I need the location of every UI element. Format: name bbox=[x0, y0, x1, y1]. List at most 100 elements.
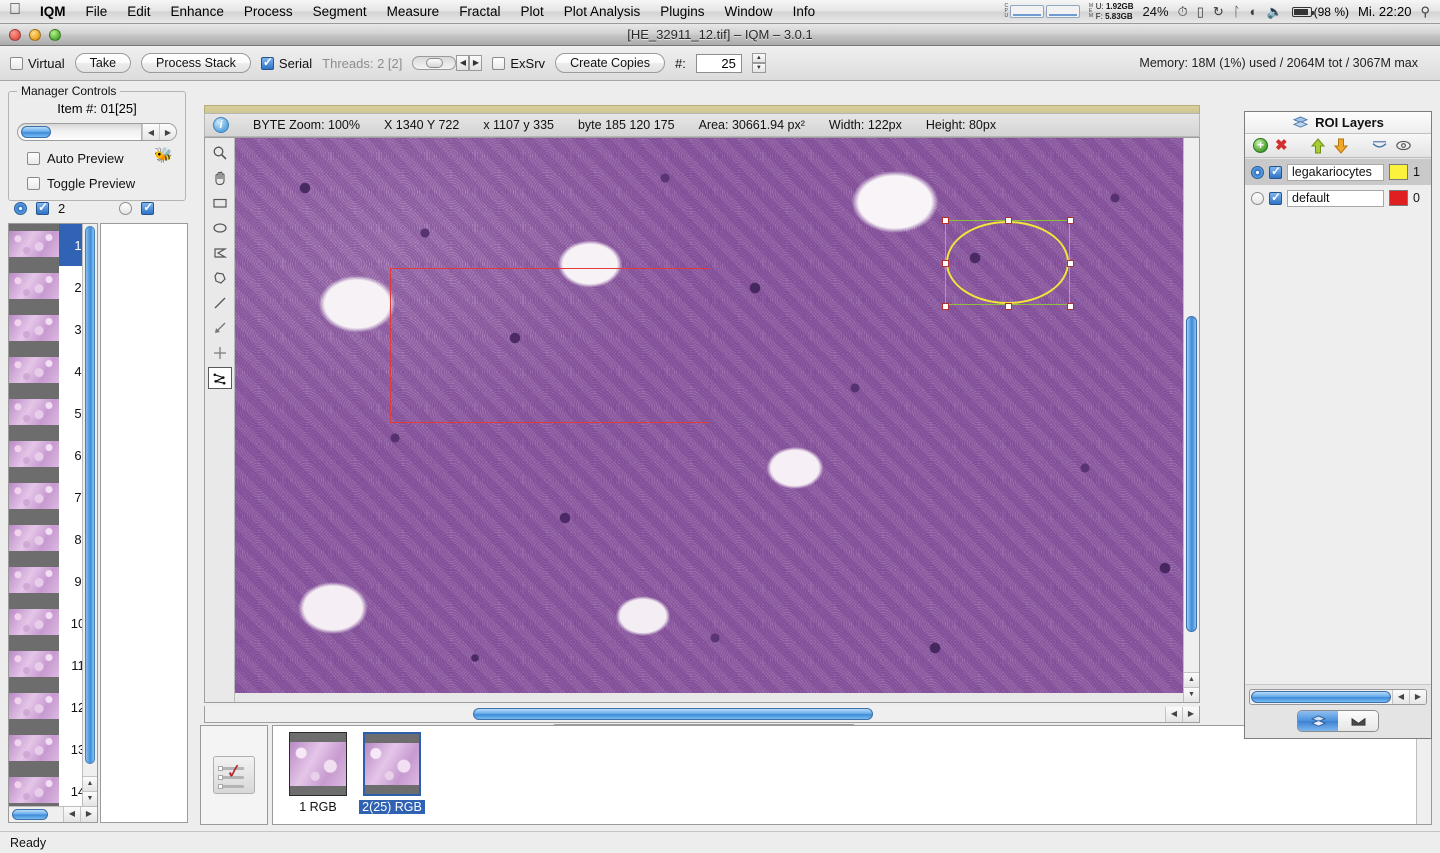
thumbnail-scroll-left-button[interactable]: ◀ bbox=[63, 807, 80, 822]
menu-item-edit[interactable]: Edit bbox=[117, 0, 160, 24]
delete-layer-button[interactable]: ✖ bbox=[1275, 138, 1288, 153]
item-prev-button[interactable]: ◀ bbox=[142, 124, 159, 140]
roi-handle-w[interactable] bbox=[942, 260, 949, 267]
item-slider-knob[interactable] bbox=[21, 126, 51, 138]
menu-item-window[interactable]: Window bbox=[715, 0, 783, 24]
thumbnail-scroll-up-button[interactable]: ▲ bbox=[83, 776, 97, 791]
hand-tool[interactable] bbox=[208, 167, 232, 189]
canvas-hscroll-thumb[interactable] bbox=[473, 708, 873, 720]
roi-layer-name-0[interactable]: legakariocytes bbox=[1287, 164, 1384, 181]
roi-handle-se[interactable] bbox=[1067, 303, 1074, 310]
roi-ellipse-selection[interactable] bbox=[945, 220, 1070, 305]
polygon-tool[interactable] bbox=[208, 242, 232, 264]
move-up-button[interactable] bbox=[1310, 138, 1326, 154]
secondary-list-panel[interactable] bbox=[100, 223, 188, 823]
memory-meter-icon[interactable]: MEM U: 1.92GB F: 5.83GB bbox=[1089, 2, 1134, 20]
threads-slider-knob[interactable] bbox=[426, 58, 443, 68]
strip-item-1[interactable]: 1 RGB bbox=[285, 732, 351, 814]
strip-vertical-scrollbar[interactable] bbox=[1416, 726, 1431, 824]
roi-layer-active-radio-0[interactable] bbox=[1251, 166, 1264, 179]
canvas-scroll-up-button[interactable]: ▲ bbox=[1184, 672, 1199, 687]
roi-rectangle-selection[interactable] bbox=[390, 268, 710, 423]
polyline-tool[interactable] bbox=[208, 367, 232, 389]
threads-decrement-button[interactable]: ◀ bbox=[456, 55, 469, 71]
roi-handle-ne[interactable] bbox=[1067, 217, 1074, 224]
window-title-bar[interactable]: [HE_32911_12.tif] – IQM – 3.0.1 bbox=[0, 24, 1440, 46]
arrow-tool[interactable] bbox=[208, 317, 232, 339]
thumbnail-scroll-right-button[interactable]: ▶ bbox=[80, 807, 97, 822]
menu-item-process[interactable]: Process bbox=[234, 0, 303, 24]
copies-stepper-down[interactable]: ▼ bbox=[752, 63, 766, 73]
apple-icon[interactable]:  bbox=[0, 2, 30, 21]
canvas-scroll-down-button[interactable]: ▼ bbox=[1184, 687, 1199, 702]
copies-stepper-up[interactable]: ▲ bbox=[752, 53, 766, 63]
roi-scroll-left-button[interactable]: ◀ bbox=[1392, 690, 1409, 705]
create-copies-button[interactable]: Create Copies bbox=[555, 53, 665, 73]
roi-horizontal-scrollbar[interactable]: ◀ ▶ bbox=[1249, 689, 1427, 705]
move-down-button[interactable] bbox=[1333, 138, 1349, 154]
roi-layer-color-1[interactable] bbox=[1389, 190, 1408, 206]
roi-layer-visible-checkbox-0[interactable] bbox=[1269, 166, 1282, 179]
toggle-preview-checkbox[interactable]: Toggle Preview bbox=[27, 176, 185, 191]
menu-item-info[interactable]: Info bbox=[783, 0, 826, 24]
menu-item-plot-analysis[interactable]: Plot Analysis bbox=[554, 0, 651, 24]
rectangle-tool[interactable] bbox=[208, 192, 232, 214]
roi-layer-name-1[interactable]: default bbox=[1287, 190, 1384, 207]
serial-checkbox[interactable]: Serial bbox=[261, 56, 312, 71]
threads-slider[interactable]: ◀ ▶ bbox=[412, 55, 482, 72]
strip-list-button-panel[interactable]: ✓ bbox=[200, 725, 268, 825]
radio-source-right[interactable] bbox=[119, 202, 132, 215]
volume-icon[interactable]: 🔈 bbox=[1266, 5, 1282, 18]
thumbnail-horizontal-scrollbar[interactable]: ◀ ▶ bbox=[9, 806, 97, 822]
roi-handle-n[interactable] bbox=[1005, 217, 1012, 224]
item-next-button[interactable]: ▶ bbox=[159, 124, 176, 140]
info-icon[interactable]: i bbox=[213, 117, 229, 133]
roi-handle-sw[interactable] bbox=[942, 303, 949, 310]
strip-item-2[interactable]: 2(25) RGB bbox=[359, 732, 425, 814]
image-strip-list[interactable]: 1 RGB 2(25) RGB bbox=[272, 725, 1432, 825]
roi-layer-color-0[interactable] bbox=[1389, 164, 1408, 180]
roi-view-layers-button[interactable] bbox=[1298, 711, 1338, 731]
crosshair-tool[interactable] bbox=[208, 342, 232, 364]
roi-handle-e[interactable] bbox=[1067, 260, 1074, 267]
bee-icon[interactable]: 🐝 bbox=[154, 147, 171, 164]
roi-layer-row-0[interactable]: legakariocytes 1 bbox=[1245, 159, 1431, 185]
threads-increment-button[interactable]: ▶ bbox=[469, 55, 482, 71]
thumbnail-hscroll-thumb[interactable] bbox=[12, 809, 48, 820]
canvas-scroll-left-button[interactable]: ◀ bbox=[1165, 707, 1182, 722]
exsrv-checkbox[interactable]: ExSrv bbox=[492, 56, 545, 71]
canvas-vertical-scrollbar[interactable]: ▲ ▼ bbox=[1183, 138, 1199, 702]
magnifier-tool[interactable] bbox=[208, 142, 232, 164]
roi-layer-active-radio-1[interactable] bbox=[1251, 192, 1264, 205]
item-slider[interactable]: ◀ ▶ bbox=[17, 123, 177, 141]
sync-icon[interactable]: ↻ bbox=[1213, 5, 1224, 18]
menu-item-iqm[interactable]: IQM bbox=[30, 0, 76, 24]
line-tool[interactable] bbox=[208, 292, 232, 314]
roi-layer-row-1[interactable]: default 0 bbox=[1245, 185, 1431, 211]
checkbox-source-left[interactable] bbox=[36, 202, 49, 215]
menu-item-enhance[interactable]: Enhance bbox=[161, 0, 234, 24]
process-stack-button[interactable]: Process Stack bbox=[141, 53, 251, 73]
canvas-horizontal-scrollbar[interactable]: ◀ ▶ bbox=[204, 706, 1200, 723]
battery-icon[interactable]: (98 %) bbox=[1292, 5, 1349, 19]
visibility-eye-icon[interactable] bbox=[1395, 139, 1412, 152]
menu-item-plugins[interactable]: Plugins bbox=[650, 0, 714, 24]
roi-layer-visible-checkbox-1[interactable] bbox=[1269, 192, 1282, 205]
checkbox-source-right[interactable] bbox=[141, 202, 154, 215]
menu-item-file[interactable]: File bbox=[76, 0, 118, 24]
roi-hscroll-thumb[interactable] bbox=[1251, 691, 1391, 703]
ellipse-tool[interactable] bbox=[208, 217, 232, 239]
thumbnail-scroll-down-button[interactable]: ▼ bbox=[83, 791, 97, 806]
thumbnail-vertical-scrollbar[interactable]: ▲ ▼ bbox=[82, 224, 97, 806]
time-machine-icon[interactable]: ⏱ bbox=[1178, 5, 1188, 18]
roi-scroll-right-button[interactable]: ▶ bbox=[1409, 690, 1426, 705]
bluetooth-icon[interactable]: ᛚ bbox=[1233, 5, 1241, 18]
freehand-tool[interactable] bbox=[208, 267, 232, 289]
roi-handle-nw[interactable] bbox=[942, 217, 949, 224]
canvas-scroll-right-button[interactable]: ▶ bbox=[1182, 707, 1199, 722]
roi-view-stack-button[interactable] bbox=[1338, 711, 1378, 731]
copies-count-input[interactable]: 25 bbox=[696, 54, 742, 73]
virtual-checkbox[interactable]: Virtual bbox=[10, 56, 65, 71]
copies-stepper[interactable]: ▲ ▼ bbox=[752, 53, 766, 73]
wifi-icon[interactable]: ◐ bbox=[1250, 5, 1258, 18]
